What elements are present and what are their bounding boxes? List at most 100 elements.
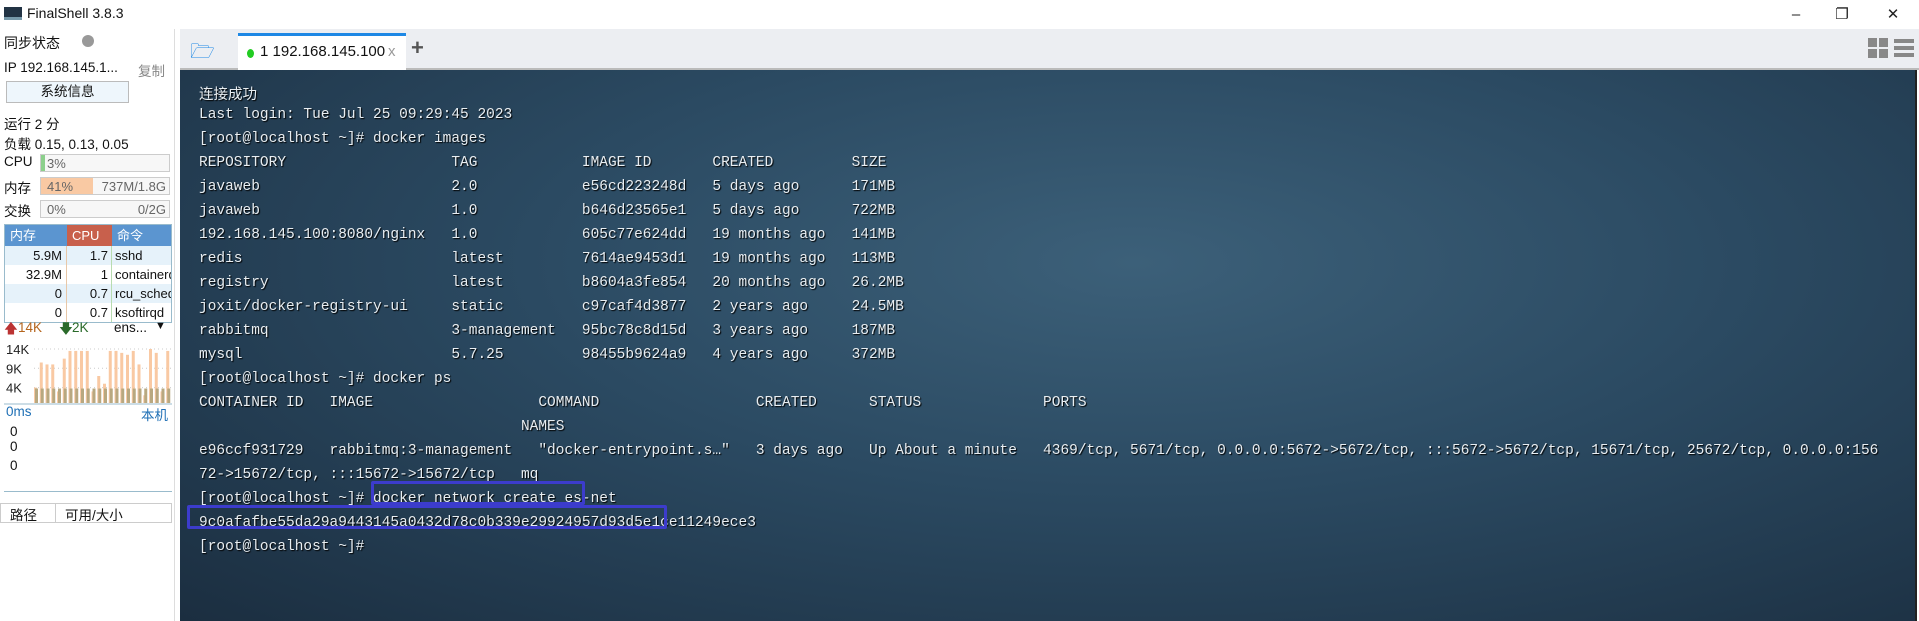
network-chart: 14K 9K 4K bbox=[4, 345, 172, 405]
process-memory: 32.9M bbox=[5, 265, 67, 284]
close-button[interactable]: ✕ bbox=[1870, 2, 1916, 28]
download-speed: 2K bbox=[72, 320, 89, 335]
column-header-command[interactable]: 命令 bbox=[112, 225, 171, 246]
upload-arrow-icon: 🡅 bbox=[4, 321, 18, 336]
swap-detail: 0/2G bbox=[137, 202, 166, 217]
swap-percent: 0% bbox=[47, 202, 66, 217]
download-bar bbox=[138, 388, 142, 403]
latency-chart: 0 0 0 bbox=[4, 422, 172, 492]
tab-bar: 🗁 1 192.168.145.100 x + bbox=[180, 29, 1919, 70]
terminal-line: CONTAINER ID IMAGE COMMAND CREATED STATU… bbox=[199, 395, 1087, 411]
ip-address: IP 192.168.145.1... bbox=[4, 60, 118, 75]
chevron-down-icon[interactable]: ▼ bbox=[155, 320, 166, 332]
terminal-line: rabbitmq 3-management 95bc78c8d15d 3 yea… bbox=[199, 323, 896, 339]
terminal-line: [root@localhost ~]# docker ps bbox=[199, 371, 452, 387]
sync-status-icon bbox=[82, 35, 94, 47]
download-bar bbox=[92, 388, 96, 403]
copy-ip-link[interactable]: 复制 bbox=[138, 60, 165, 80]
download-bar bbox=[40, 388, 44, 403]
latency-value: 0ms bbox=[6, 404, 32, 419]
terminal[interactable]: 连接成功 Last login: Tue Jul 25 09:29:45 2023… bbox=[180, 70, 1917, 621]
terminal-line: 192.168.145.100:8080/nginx 1.0 605c77e62… bbox=[199, 227, 896, 243]
terminal-line: [root@localhost ~]# bbox=[199, 539, 374, 555]
process-cpu: 0.7 bbox=[67, 284, 112, 303]
terminal-line: e96ccf931729 rabbitmq:3-management "dock… bbox=[199, 443, 1879, 459]
download-bar bbox=[75, 388, 79, 403]
uptime: 运行 2 分 bbox=[4, 117, 60, 132]
window-title: FinalShell 3.8.3 bbox=[27, 5, 124, 21]
download-bar bbox=[127, 388, 130, 403]
download-bar bbox=[121, 388, 125, 403]
terminal-line: Last login: Tue Jul 25 09:29:45 2023 bbox=[199, 107, 513, 123]
download-bar bbox=[58, 388, 61, 403]
memory-percent: 41% bbox=[47, 179, 74, 194]
download-bar bbox=[167, 388, 171, 403]
terminal-line: [root@localhost ~]# docker images bbox=[199, 131, 487, 147]
highlight-box-network-id bbox=[187, 505, 667, 529]
system-info-button[interactable]: 系统信息 bbox=[6, 81, 129, 103]
column-header-memory[interactable]: 内存 bbox=[5, 225, 67, 246]
load-average: 负载 0.15, 0.13, 0.05 bbox=[4, 137, 129, 152]
y-tick-label: 4K bbox=[6, 381, 22, 396]
menu-list-icon[interactable] bbox=[1894, 38, 1914, 58]
download-bar bbox=[104, 388, 107, 403]
sidebar: 同步状态 IP 192.168.145.1... 复制 系统信息 运行 2 分 … bbox=[0, 29, 175, 621]
process-row[interactable]: 5.9M 1.7 sshd bbox=[5, 246, 171, 265]
process-command: sshd bbox=[115, 248, 143, 263]
process-row[interactable]: 0 0.7 rcu_sched bbox=[5, 284, 171, 303]
sync-status-label: 同步状态 bbox=[4, 35, 60, 51]
column-header-cpu[interactable]: CPU bbox=[67, 225, 112, 246]
tab-close-button[interactable]: x bbox=[388, 43, 396, 60]
app-icon bbox=[4, 7, 22, 20]
download-bar bbox=[81, 388, 84, 403]
terminal-line: joxit/docker-registry-ui static c97caf4d… bbox=[199, 299, 904, 315]
cpu-usage-bar: 3% bbox=[40, 154, 170, 172]
layout-grid-icon[interactable] bbox=[1868, 38, 1888, 58]
terminal-line: registry latest b8604a3fe854 20 months a… bbox=[199, 275, 904, 291]
terminal-line: javaweb 2.0 e56cd223248d 5 days ago 171M… bbox=[199, 179, 896, 195]
memory-detail: 737M/1.8G bbox=[101, 179, 166, 194]
title-bar: FinalShell 3.8.3 – ❐ ✕ bbox=[0, 0, 1919, 29]
process-cpu: 1 bbox=[67, 265, 112, 284]
terminal-line: 连接成功 bbox=[199, 88, 257, 104]
process-cpu: 1.7 bbox=[67, 246, 112, 265]
latency-tick: 0 bbox=[10, 458, 18, 473]
process-memory: 0 bbox=[5, 284, 67, 303]
process-row[interactable]: 32.9M 1 containerd bbox=[5, 265, 171, 284]
process-memory: 5.9M bbox=[5, 246, 67, 265]
tab-session-1[interactable]: 1 192.168.145.100 x bbox=[238, 33, 406, 70]
disk-table-header: 路径 可用/大小 bbox=[0, 503, 172, 523]
maximize-button[interactable]: ❐ bbox=[1819, 2, 1865, 28]
download-bar bbox=[144, 388, 148, 403]
column-header-available-size[interactable]: 可用/大小 bbox=[56, 504, 123, 523]
terminal-line: NAMES bbox=[199, 419, 565, 435]
latency-tick: 0 bbox=[10, 439, 18, 454]
folder-icon[interactable]: 🗁 bbox=[190, 37, 215, 71]
column-header-path[interactable]: 路径 bbox=[1, 504, 56, 523]
highlight-box-command bbox=[371, 481, 585, 505]
upload-speed: 14K bbox=[18, 320, 43, 335]
swap-label: 交换 bbox=[4, 204, 31, 219]
download-bar bbox=[46, 388, 50, 403]
terminal-line: javaweb 1.0 b646d23565e1 5 days ago 722M… bbox=[199, 203, 896, 219]
minimize-button[interactable]: – bbox=[1773, 2, 1819, 28]
swap-usage-bar: 0% 0/2G bbox=[40, 200, 170, 218]
latency-tick: 0 bbox=[10, 424, 18, 439]
download-bar bbox=[86, 388, 90, 403]
process-command: containerd bbox=[115, 267, 171, 282]
download-bar bbox=[115, 388, 119, 403]
memory-usage-bar: 41% 737M/1.8G bbox=[40, 177, 170, 195]
y-tick-label: 9K bbox=[6, 361, 22, 376]
connection-status-icon bbox=[247, 49, 254, 58]
process-command: rcu_sched bbox=[115, 286, 171, 301]
memory-label: 内存 bbox=[4, 181, 31, 196]
cpu-label: CPU bbox=[4, 154, 33, 169]
download-bar bbox=[63, 388, 67, 403]
download-bar bbox=[150, 388, 153, 403]
network-interface-select[interactable]: ens... bbox=[114, 320, 147, 335]
add-tab-button[interactable]: + bbox=[411, 35, 424, 61]
latency-host: 本机 bbox=[141, 408, 168, 423]
tab-label: 1 192.168.145.100 bbox=[260, 43, 386, 60]
download-bar bbox=[155, 388, 159, 403]
terminal-line: REPOSITORY TAG IMAGE ID CREATED SIZE bbox=[199, 155, 887, 171]
